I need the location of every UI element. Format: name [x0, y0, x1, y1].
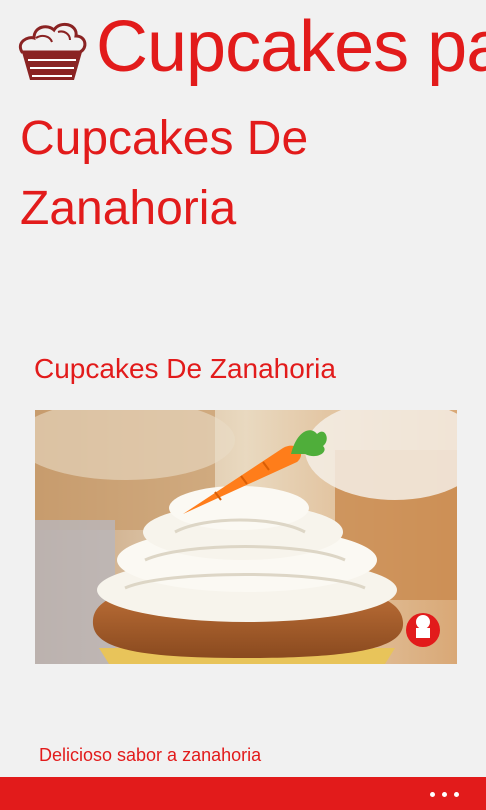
app-header: Cupcakes para	[0, 0, 486, 100]
cupcake-logo-icon	[19, 22, 87, 80]
app-title: Cupcakes para	[96, 7, 486, 87]
recipe-image[interactable]	[35, 410, 457, 664]
ellipsis-icon[interactable]	[430, 787, 464, 801]
recipe-description: Delicioso sabor a zanahoria	[39, 745, 262, 765]
app-bar	[0, 777, 486, 810]
recipe-title[interactable]: Cupcakes De Zanahoria	[34, 348, 336, 390]
page-title: Cupcakes De Zanahoria	[20, 112, 309, 235]
